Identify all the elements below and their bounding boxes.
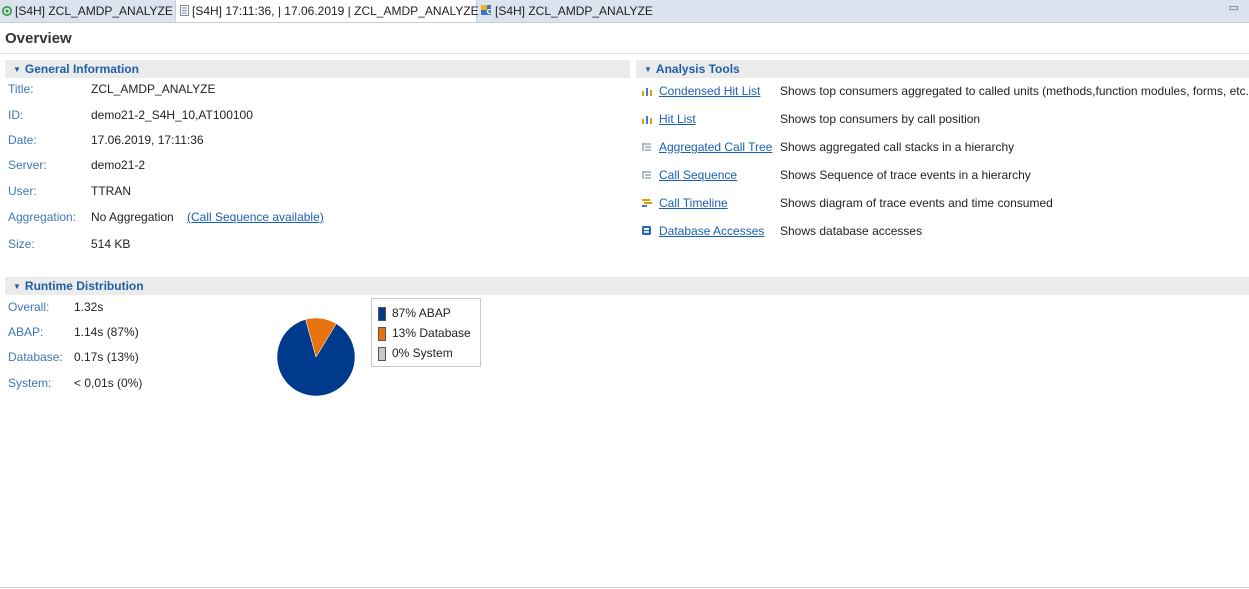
abap-value: 1.14s (87%)	[74, 325, 139, 339]
legend-item-abap: 87% ABAP	[378, 305, 451, 321]
aggregation-label: Aggregation:	[8, 210, 77, 224]
class-icon: C	[480, 1, 492, 23]
document-icon	[180, 1, 189, 23]
system-value: < 0,01s (0%)	[74, 376, 143, 390]
aggregated-call-tree-link[interactable]: Aggregated Call Tree	[659, 140, 772, 154]
collapse-icon[interactable]: ▼	[13, 282, 21, 291]
timeline-icon	[642, 199, 652, 207]
id-value: demo21-2_S4H_10,AT100100	[91, 108, 253, 122]
overall-label: Overall:	[8, 300, 50, 314]
user-label: User:	[8, 184, 37, 198]
database-accesses-description: Shows database accesses	[780, 224, 923, 238]
legend-swatch-system	[378, 346, 386, 361]
legend-swatch-database	[378, 326, 386, 341]
collapse-icon[interactable]: ▼	[644, 65, 652, 74]
size-value: 514 KB	[91, 237, 131, 251]
legend-item-system: 0% System	[378, 345, 453, 361]
system-label: System:	[8, 376, 52, 390]
condensed-hit-list-description: Shows top consumers aggregated to called…	[780, 84, 1249, 98]
hit-list-link[interactable]: Hit List	[659, 112, 696, 126]
legend-item-database: 13% Database	[378, 325, 471, 341]
date-label: Date:	[8, 133, 37, 147]
chart-legend: 87% ABAP 13% Database 0% System	[371, 298, 481, 367]
tab-trace-overview[interactable]: [S4H] 17:11:36, | 17.06.2019 | ZCL_AMDP_…	[175, 0, 488, 23]
user-value: TTRAN	[91, 184, 131, 198]
section-title: General Information	[24, 62, 139, 76]
tab-label: [S4H] ZCL_AMDP_ANALYZE	[15, 4, 173, 18]
tab-class-object[interactable]: [S4H] ZCL_AMDP_ANALYZE	[2, 0, 173, 22]
title-label: Title:	[8, 82, 34, 96]
bar-chart-icon	[642, 116, 652, 124]
database-label: Database:	[8, 350, 63, 364]
bar-chart-icon	[642, 88, 652, 96]
section-title: Analysis Tools	[655, 62, 740, 76]
server-label: Server:	[8, 158, 47, 172]
tab-class-editor[interactable]: C [S4H] ZCL_AMDP_ANALYZE	[480, 0, 653, 22]
tab-label: [S4H] ZCL_AMDP_ANALYZE	[495, 4, 653, 18]
overall-value: 1.32s	[74, 300, 104, 314]
call-timeline-link[interactable]: Call Timeline	[659, 196, 728, 210]
date-value: 17.06.2019, 17:11:36	[91, 133, 204, 147]
runtime-distribution-header[interactable]: ▼ Runtime Distribution	[5, 277, 1249, 295]
call-sequence-available-link[interactable]: (Call Sequence available)	[187, 210, 324, 224]
minimize-icon[interactable]: ▭	[1229, 1, 1239, 14]
abap-label: ABAP:	[8, 325, 44, 339]
database-accesses-link[interactable]: Database Accesses	[659, 224, 764, 238]
runtime-pie-chart	[276, 317, 356, 397]
title-value[interactable]: ZCL_AMDP_ANALYZE	[91, 82, 215, 96]
svg-text:C: C	[487, 8, 492, 16]
tree-icon	[642, 143, 651, 151]
tab-label: [S4H] 17:11:36, | 17.06.2019 | ZCL_AMDP_…	[192, 4, 479, 18]
tree-icon	[642, 171, 651, 179]
hit-list-description: Shows top consumers by call position	[780, 112, 981, 126]
green-object-icon	[2, 1, 12, 23]
divider	[0, 587, 1249, 588]
section-title: Runtime Distribution	[24, 279, 144, 293]
analysis-tools-header[interactable]: ▼ Analysis Tools	[636, 60, 1249, 78]
call-sequence-link[interactable]: Call Sequence	[659, 168, 737, 182]
editor-tab-bar: [S4H] ZCL_AMDP_ANALYZE [S4H] 17:11:36, |…	[0, 0, 1249, 23]
collapse-icon[interactable]: ▼	[13, 65, 21, 74]
database-icon	[642, 226, 651, 235]
size-label: Size:	[8, 237, 35, 251]
call-sequence-description: Shows Sequence of trace events in a hier…	[780, 168, 1031, 182]
divider	[0, 53, 1249, 54]
condensed-hit-list-link[interactable]: Condensed Hit List	[659, 84, 760, 98]
aggregated-call-tree-description: Shows aggregated call stacks in a hierar…	[780, 140, 1015, 154]
general-information-header[interactable]: ▼ General Information	[5, 60, 630, 78]
aggregation-value: No Aggregation	[91, 210, 174, 224]
database-value: 0.17s (13%)	[74, 350, 139, 364]
legend-swatch-abap	[378, 306, 386, 321]
server-value: demo21-2	[91, 158, 146, 172]
id-label: ID:	[8, 108, 24, 122]
page-title: Overview	[5, 30, 72, 47]
call-timeline-description: Shows diagram of trace events and time c…	[780, 196, 1053, 210]
